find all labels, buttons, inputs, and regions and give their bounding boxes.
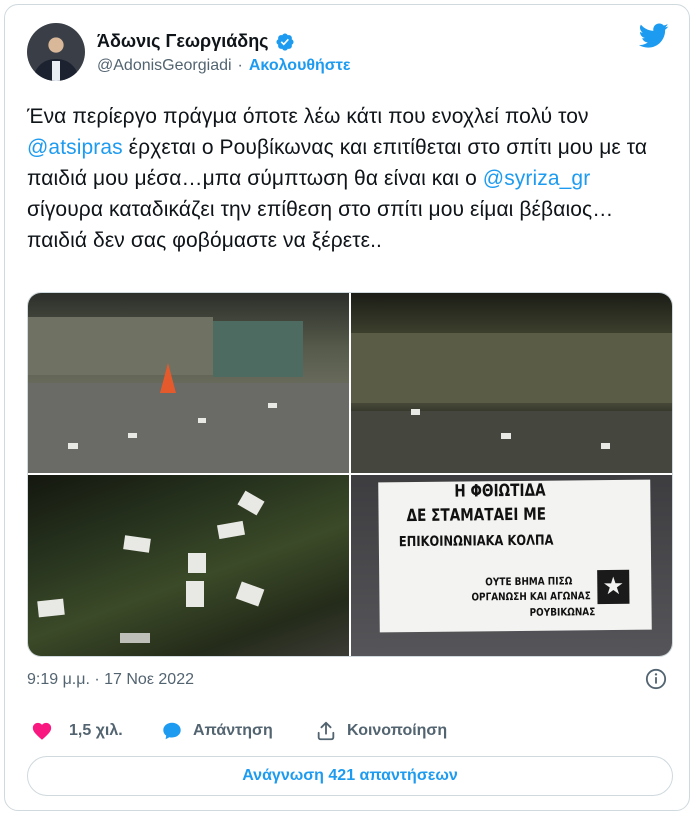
info-icon[interactable]: [645, 668, 667, 690]
share-upload-icon: [317, 721, 335, 741]
poster-line: ΟΥΤΕ ΒΗΜΑ ΠΙΣΩ: [485, 575, 573, 589]
flyer-shape: [120, 633, 150, 643]
flyer-shape: [411, 409, 420, 415]
tweet-text-part: σίγουρα καταδικάζει την επίθεση στο σπίτ…: [27, 198, 614, 252]
mention-syriza[interactable]: @syriza_gr: [483, 167, 591, 190]
tweet-text-part: Ένα περίεργο πράγμα όποτε λέω κάτι που ε…: [27, 105, 589, 128]
flyer-shape: [188, 553, 206, 573]
separator-dot: ·: [237, 57, 243, 74]
flyer-shape: [186, 581, 204, 607]
tweet-card: Άδωνις Γεωργιάδης @AdonisGeorgiadi · Ακο…: [4, 4, 690, 811]
traffic-cone: [160, 363, 176, 393]
like-button[interactable]: 1,5 χιλ.: [31, 720, 123, 742]
rouvikonas-poster: Η ΦΘΙΩΤΙΔΑ ΔΕ ΣΤΑΜΑΤΑΕΙ ΜΕ ΕΠΙΚΟΙΝΩΝΙΑΚΑ…: [378, 479, 652, 633]
star-logo-icon: ★: [597, 569, 630, 605]
gate-shape: [213, 321, 303, 377]
reply-button[interactable]: Απάντηση: [161, 720, 273, 742]
share-button[interactable]: Κοινοποίηση: [315, 720, 447, 742]
follow-link[interactable]: Ακολουθήστε: [249, 57, 351, 75]
wall-shape: [28, 317, 213, 375]
photo-bushes-flyers[interactable]: [28, 475, 349, 656]
author-name-row: Άδωνις Γεωργιάδης: [97, 31, 295, 52]
flyer-shape: [68, 443, 78, 449]
photo-street-wall[interactable]: [28, 293, 349, 473]
poster-line: ΕΠΙΚΟΙΝΩΝΙΑΚΑ ΚΟΛΠΑ: [398, 532, 554, 551]
media-grid: Η ΦΘΙΩΤΙΔΑ ΔΕ ΣΤΑΜΑΤΑΕΙ ΜΕ ΕΠΙΚΟΙΝΩΝΙΑΚΑ…: [27, 292, 673, 657]
heart-icon: [32, 722, 52, 740]
ground-shape: [28, 383, 349, 473]
reply-bubble-icon: [163, 722, 181, 740]
author-name[interactable]: Άδωνις Γεωργιάδης: [97, 31, 269, 52]
tweet-timestamp[interactable]: 9:19 μ.μ. · 17 Νοε 2022: [27, 671, 194, 689]
tweet-text: Ένα περίεργο πράγμα όποτε λέω κάτι που ε…: [27, 101, 667, 256]
mention-atsipras[interactable]: @atsipras: [27, 136, 123, 159]
like-count: 1,5 χιλ.: [69, 722, 123, 739]
author-handle[interactable]: @AdonisGeorgiadi: [97, 57, 232, 75]
flyer-shape: [216, 520, 246, 540]
avatar[interactable]: [27, 23, 85, 81]
flyer-shape: [235, 581, 265, 607]
handle-row: @AdonisGeorgiadi · Ακολουθήστε: [97, 57, 350, 75]
share-label: Κοινοποίηση: [347, 722, 448, 739]
wall-shape: [351, 333, 672, 403]
poster-line: ΟΡΓΑΝΩΣΗ ΚΑΙ ΑΓΩΝΑΣ: [471, 590, 591, 604]
flyer-shape: [237, 490, 265, 516]
photo-poster[interactable]: Η ΦΘΙΩΤΙΔΑ ΔΕ ΣΤΑΜΑΤΑΕΙ ΜΕ ΕΠΙΚΟΙΝΩΝΙΑΚΑ…: [351, 475, 672, 656]
ground-shape: [351, 411, 672, 473]
poster-line: Η ΦΘΙΩΤΙΔΑ: [454, 480, 546, 502]
poster-line: ΡΟΥΒΙΚΩΝΑΣ: [529, 606, 596, 619]
flyer-shape: [128, 433, 137, 438]
flyer-shape: [601, 443, 610, 449]
flyer-shape: [268, 403, 277, 408]
avatar-shirt: [52, 61, 60, 81]
verified-badge-icon: [276, 32, 294, 51]
flyer-shape: [501, 433, 511, 439]
reply-label: Απάντηση: [193, 722, 273, 739]
flyer-shape: [198, 418, 206, 423]
flyer-shape: [37, 598, 65, 618]
poster-line: ΔΕ ΣΤΑΜΑΤΑΕΙ ΜΕ: [406, 504, 547, 527]
read-replies-button[interactable]: Ανάγνωση 421 απαντήσεων: [27, 756, 673, 796]
twitter-bird-icon[interactable]: [639, 23, 669, 49]
photo-wall-night[interactable]: [351, 293, 672, 473]
flyer-shape: [123, 535, 151, 553]
